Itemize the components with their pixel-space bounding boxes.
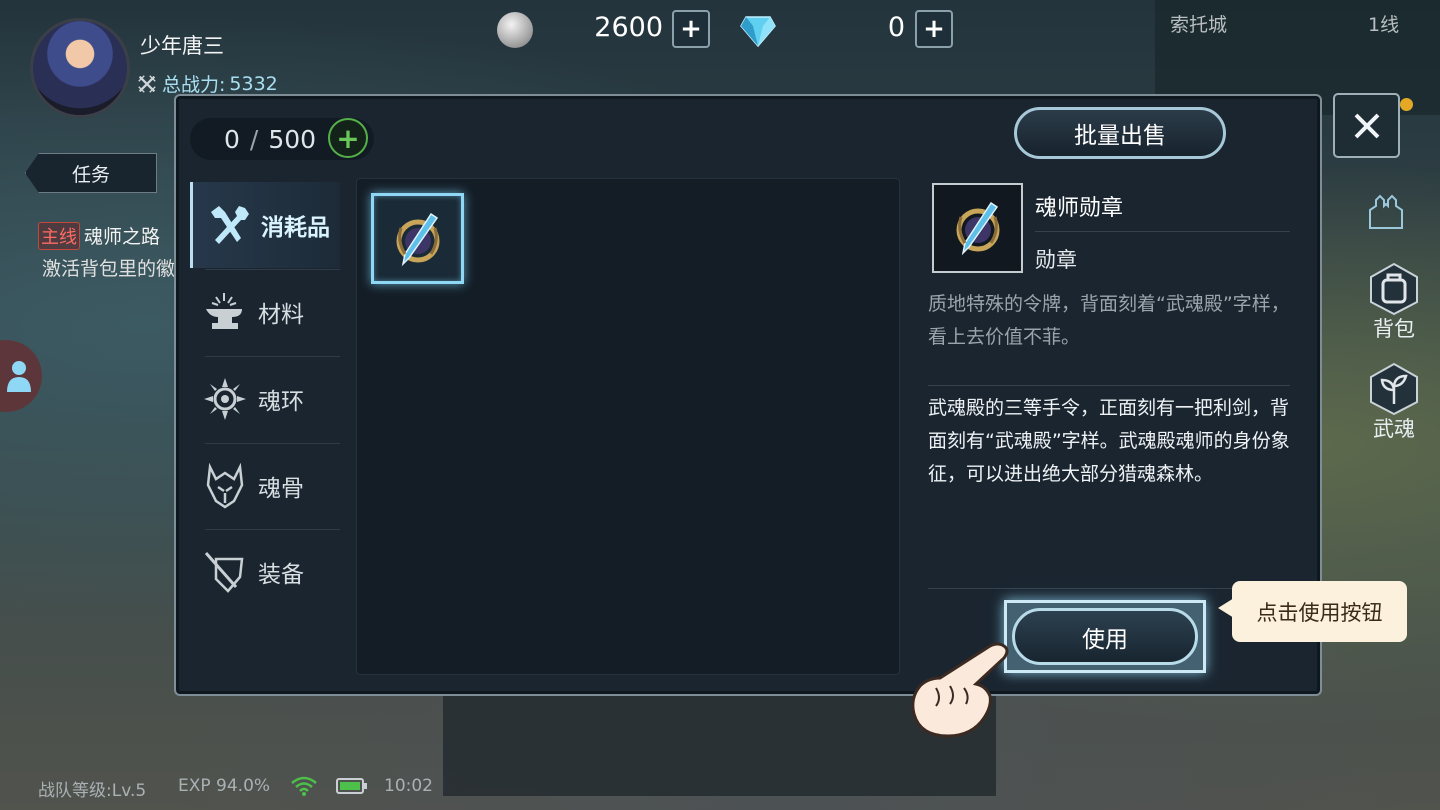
pointing-hand-icon bbox=[911, 642, 1009, 738]
expand-capacity-button[interactable]: + bbox=[328, 118, 368, 158]
use-button[interactable]: 使用 bbox=[1004, 600, 1206, 673]
batch-sell-button[interactable]: 批量出售 bbox=[1014, 107, 1226, 159]
add-diamonds-button[interactable]: + bbox=[915, 10, 953, 48]
capacity-used: 0 bbox=[224, 124, 240, 154]
bag-icon bbox=[1370, 262, 1418, 316]
combat-power: 总战力: 5332 bbox=[136, 70, 278, 97]
diamond-icon bbox=[740, 16, 776, 47]
bag-button[interactable]: 背包 bbox=[1362, 262, 1426, 343]
category-soul-rings[interactable]: 魂环 bbox=[190, 356, 340, 442]
category-materials[interactable]: 材料 bbox=[190, 269, 340, 355]
soul-ring-icon bbox=[204, 378, 246, 420]
castle-icon[interactable] bbox=[1366, 190, 1406, 230]
close-button[interactable] bbox=[1333, 93, 1400, 158]
main-quest-tag: 主线 bbox=[38, 222, 80, 250]
soul-bone-icon bbox=[206, 463, 244, 509]
power-value: 5332 bbox=[229, 72, 278, 95]
quest-desc[interactable]: 激活背包里的徽 bbox=[42, 254, 175, 281]
capacity-separator: / bbox=[249, 124, 259, 154]
item-detail-thumbnail bbox=[932, 183, 1023, 273]
exp-percent: EXP 94.0% bbox=[178, 776, 271, 796]
crossed-swords-icon bbox=[138, 74, 156, 93]
divider bbox=[1035, 231, 1290, 232]
notification-dot bbox=[1400, 98, 1413, 111]
sprout-icon bbox=[1370, 362, 1418, 416]
category-equipment[interactable]: 装备 bbox=[190, 529, 340, 615]
bag-label: 背包 bbox=[1373, 317, 1415, 341]
tools-icon bbox=[211, 206, 249, 244]
clock: 10:02 bbox=[384, 776, 433, 796]
battery-icon bbox=[336, 778, 367, 794]
category-label: 装备 bbox=[258, 562, 304, 588]
channel-label[interactable]: 1线 bbox=[1368, 10, 1399, 37]
task-tab[interactable]: 任务 bbox=[25, 153, 157, 193]
category-label: 材料 bbox=[258, 302, 304, 328]
martial-soul-button[interactable]: 武魂 bbox=[1362, 362, 1426, 443]
equipment-icon bbox=[204, 552, 244, 593]
category-label: 消耗品 bbox=[261, 215, 330, 241]
player-name: 少年唐三 bbox=[140, 34, 224, 58]
wifi-icon bbox=[291, 776, 317, 796]
item-slot-selected[interactable] bbox=[371, 193, 464, 284]
use-button-label: 使用 bbox=[1012, 608, 1198, 665]
power-label: 总战力: bbox=[162, 74, 226, 96]
friend-button[interactable] bbox=[0, 340, 42, 412]
category-soul-bones[interactable]: 魂骨 bbox=[190, 443, 340, 529]
coin-value: 2600 bbox=[594, 12, 663, 43]
anvil-icon bbox=[206, 293, 242, 329]
medal-icon bbox=[956, 201, 999, 256]
medal-icon bbox=[396, 212, 439, 266]
capacity-max: 500 bbox=[268, 124, 317, 154]
user-icon bbox=[7, 361, 31, 392]
category-consumables[interactable]: 消耗品 bbox=[190, 182, 340, 268]
item-name: 魂师勋章 bbox=[1035, 196, 1124, 221]
diamond-value: 0 bbox=[887, 12, 905, 43]
martial-soul-label: 武魂 bbox=[1373, 417, 1415, 441]
team-level: 战队等级:Lv.5 bbox=[38, 781, 147, 801]
location-name: 索托城 bbox=[1170, 14, 1228, 36]
category-label: 魂骨 bbox=[258, 476, 304, 502]
divider bbox=[928, 385, 1290, 386]
item-flavor-text: 质地特殊的令牌，背面刻着“武魂殿”字样，看上去价值不菲。 bbox=[928, 293, 1290, 348]
item-description: 武魂殿的三等手令，正面刻有一把利剑，背面刻有“武魂殿”字样。武魂殿魂师的身份象征… bbox=[928, 397, 1290, 485]
item-type: 勋章 bbox=[1035, 248, 1077, 272]
quest-title[interactable]: 魂师之路 bbox=[84, 222, 160, 249]
category-label: 魂环 bbox=[258, 389, 304, 415]
guide-tooltip: 点击使用按钮 bbox=[1232, 581, 1407, 642]
coin-icon bbox=[497, 12, 533, 48]
close-icon bbox=[1354, 113, 1379, 138]
avatar[interactable] bbox=[30, 18, 130, 118]
add-coins-button[interactable]: + bbox=[672, 10, 710, 48]
